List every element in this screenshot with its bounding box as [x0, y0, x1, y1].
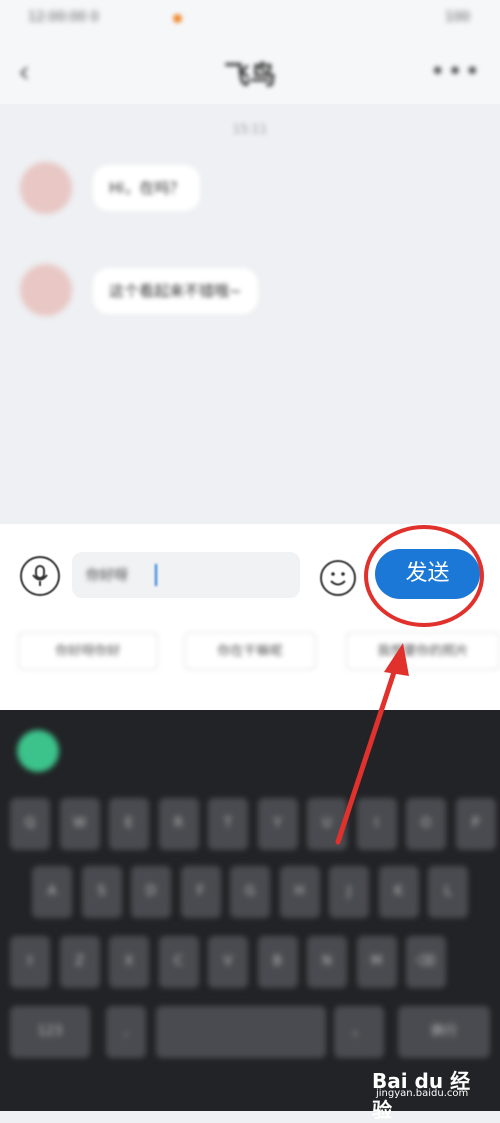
annotation-arrow: [335, 643, 409, 845]
watermark-logo: Bai du 经验 jingyan.baidu.com: [372, 1065, 482, 1122]
watermark-url: jingyan.baidu.com: [376, 1088, 469, 1099]
